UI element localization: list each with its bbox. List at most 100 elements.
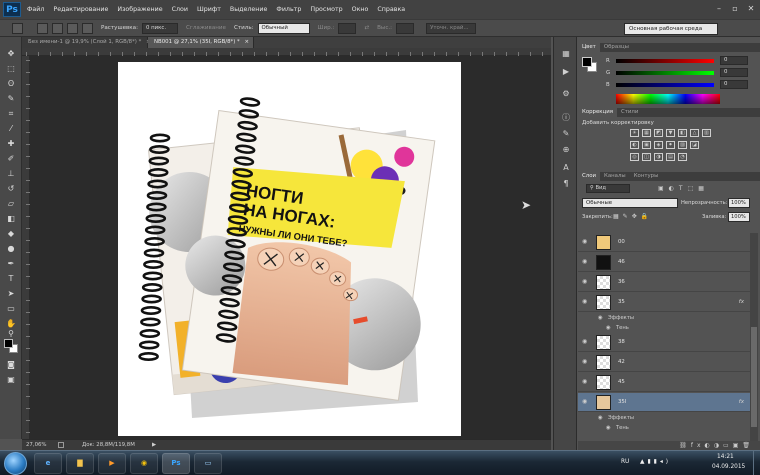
subtract-selection-icon[interactable] <box>67 22 78 34</box>
shape-tool-icon[interactable]: ▭ <box>5 304 17 314</box>
eyedropper-tool-icon[interactable]: ⁄ <box>5 124 17 134</box>
layer-scrollbar[interactable] <box>750 233 758 441</box>
adjustment-icon[interactable]: ▨ <box>678 141 687 149</box>
language-indicator[interactable]: RU <box>621 459 629 465</box>
history-panel-icon[interactable]: ▦ <box>561 49 571 59</box>
taskbar-chrome-icon[interactable]: ◉ <box>130 453 158 474</box>
effect-visibility-icon[interactable]: ◉ <box>598 313 603 323</box>
layer-name[interactable]: 38 <box>618 333 625 352</box>
swap-icon[interactable]: ⇄ <box>364 25 369 31</box>
layer-row[interactable]: ◉ 00 <box>578 233 750 252</box>
type-tool-icon[interactable]: T <box>5 274 17 284</box>
adjustment-icon[interactable]: ◧ <box>678 129 687 137</box>
layer-thumbnail[interactable] <box>596 355 611 370</box>
menu-filter[interactable]: Фильтр <box>276 6 301 13</box>
layer-thumbnail[interactable] <box>596 375 611 390</box>
marquee-tool-icon[interactable]: ⬚ <box>5 64 17 74</box>
adjustment-icon[interactable]: ◑ <box>654 153 663 161</box>
minimize-icon[interactable]: – <box>712 3 726 14</box>
foreground-color-swatch[interactable] <box>4 339 13 348</box>
add-selection-icon[interactable] <box>52 22 63 34</box>
brush-tool-icon[interactable]: ✐ <box>5 154 17 164</box>
effects-row[interactable]: ◉ Эффекты <box>578 413 750 423</box>
clock-date[interactable]: 04.09.2015 <box>712 464 745 470</box>
clone-source-icon[interactable]: ⊕ <box>561 145 571 155</box>
layer-thumbnail[interactable] <box>596 295 611 310</box>
layer-filter-select[interactable]: ⚲ Вид <box>586 184 630 193</box>
height-input[interactable] <box>396 22 415 34</box>
effect-visibility-icon[interactable]: ◉ <box>606 423 611 433</box>
character-panel-icon[interactable]: A <box>561 163 571 173</box>
adjustment-icon[interactable]: ◫ <box>642 153 651 161</box>
layer-name[interactable]: 46 <box>618 253 625 272</box>
layer-row[interactable]: ◉ 46 <box>578 253 750 272</box>
move-tool-icon[interactable]: ✥ <box>5 49 17 59</box>
canvas-area[interactable]: НОГТИ НА НОГАХ: НУЖНЫ ЛИ ОНИ ТЕБЕ? ➤ <box>30 56 551 439</box>
blend-mode-select[interactable]: Обычные <box>582 198 678 208</box>
visibility-eye-icon[interactable]: ◉ <box>582 259 590 265</box>
quick-mask-icon[interactable]: ◙ <box>5 360 17 370</box>
color-fg-swatch[interactable] <box>582 57 592 67</box>
menu-image[interactable]: Изображение <box>117 6 162 13</box>
blue-track[interactable] <box>616 83 714 87</box>
visibility-eye-icon[interactable]: ◉ <box>582 359 590 365</box>
visibility-eye-icon[interactable]: ◉ <box>582 299 590 305</box>
blue-value[interactable]: 0 <box>720 80 748 89</box>
clock-time[interactable]: 14:21 <box>717 454 734 460</box>
tab-adjustments[interactable]: Коррекция <box>578 108 617 117</box>
layer-row[interactable]: ◉ 38 <box>578 333 750 352</box>
tab-paths[interactable]: Контуры <box>630 172 663 181</box>
info-panel-icon[interactable]: ⓘ <box>561 113 571 123</box>
tray-icons[interactable]: ▲▮▮◂) <box>640 459 671 465</box>
fill-input[interactable]: 100% <box>728 212 750 222</box>
layer-thumbnail[interactable] <box>596 395 611 410</box>
layer-scroll-thumb[interactable] <box>751 327 757 427</box>
menu-window[interactable]: Окно <box>352 6 369 13</box>
layer-name[interactable]: 35I <box>618 393 626 412</box>
layer-row[interactable]: ◉ 35I fx <box>578 393 750 412</box>
style-select[interactable]: Обычный <box>257 22 310 34</box>
red-value[interactable]: 0 <box>720 56 748 65</box>
dodge-tool-icon[interactable]: ● <box>5 244 17 254</box>
new-selection-icon[interactable] <box>37 22 48 34</box>
lasso-tool-icon[interactable]: ʘ <box>5 79 17 89</box>
blue-slider[interactable]: B 0 <box>606 80 756 90</box>
refine-edge-button[interactable]: Уточн. край... <box>426 22 477 34</box>
layer-name[interactable]: 45 <box>618 373 625 392</box>
workspace-select[interactable]: Основная рабочая среда <box>624 23 718 35</box>
effects-row[interactable]: ◉ Эффекты <box>578 313 750 323</box>
adjustment-icon[interactable]: ☀ <box>630 129 639 137</box>
layer-fx-icon[interactable]: fx <box>739 393 744 412</box>
quick-select-tool-icon[interactable]: ✎ <box>5 94 17 104</box>
taskbar-ie-icon[interactable]: e <box>34 453 62 474</box>
hand-tool-icon[interactable]: ✋ <box>5 319 17 329</box>
tab-document-2[interactable]: NB001 @ 27,1% (35I, RGB/8*) * × <box>148 37 254 48</box>
layer-row[interactable]: ◉ 35 fx <box>578 293 750 312</box>
layer-footer-icons[interactable]: ⛓fx◐◑▭▣🗑 <box>578 441 760 450</box>
green-track[interactable] <box>616 71 714 75</box>
lock-icons[interactable]: ▦✎✥🔒 <box>613 213 652 220</box>
tab-swatches[interactable]: Образцы <box>600 43 633 52</box>
eraser-tool-icon[interactable]: ▱ <box>5 199 17 209</box>
maximize-icon[interactable]: ▫ <box>728 3 742 14</box>
gradient-tool-icon[interactable]: ◧ <box>5 214 17 224</box>
effect-drop-shadow-row[interactable]: ◉ Тень <box>578 323 750 333</box>
layer-thumbnail[interactable] <box>596 335 611 350</box>
visibility-eye-icon[interactable]: ◉ <box>582 339 590 345</box>
blur-tool-icon[interactable]: ◆ <box>5 229 17 239</box>
width-input[interactable] <box>338 22 357 34</box>
menu-layers[interactable]: Слои <box>172 6 188 13</box>
pen-tool-icon[interactable]: ✒ <box>5 259 17 269</box>
menu-view[interactable]: Просмотр <box>310 6 342 13</box>
adjustment-icon[interactable]: ▦ <box>642 129 651 137</box>
menu-select[interactable]: Выделение <box>230 6 268 13</box>
adjustment-icon[interactable]: ▤ <box>666 153 675 161</box>
red-slider[interactable]: R 0 <box>606 56 756 66</box>
status-info-icon[interactable] <box>58 442 64 448</box>
taskbar-photoshop-icon[interactable]: Ps <box>162 453 190 474</box>
layer-thumbnail[interactable] <box>596 275 611 290</box>
show-desktop-button[interactable] <box>753 451 760 475</box>
visibility-eye-icon[interactable]: ◉ <box>582 379 590 385</box>
layer-filter-icons[interactable]: ▣◐T⬚▦ <box>658 184 734 193</box>
paragraph-panel-icon[interactable]: ¶ <box>561 179 571 189</box>
